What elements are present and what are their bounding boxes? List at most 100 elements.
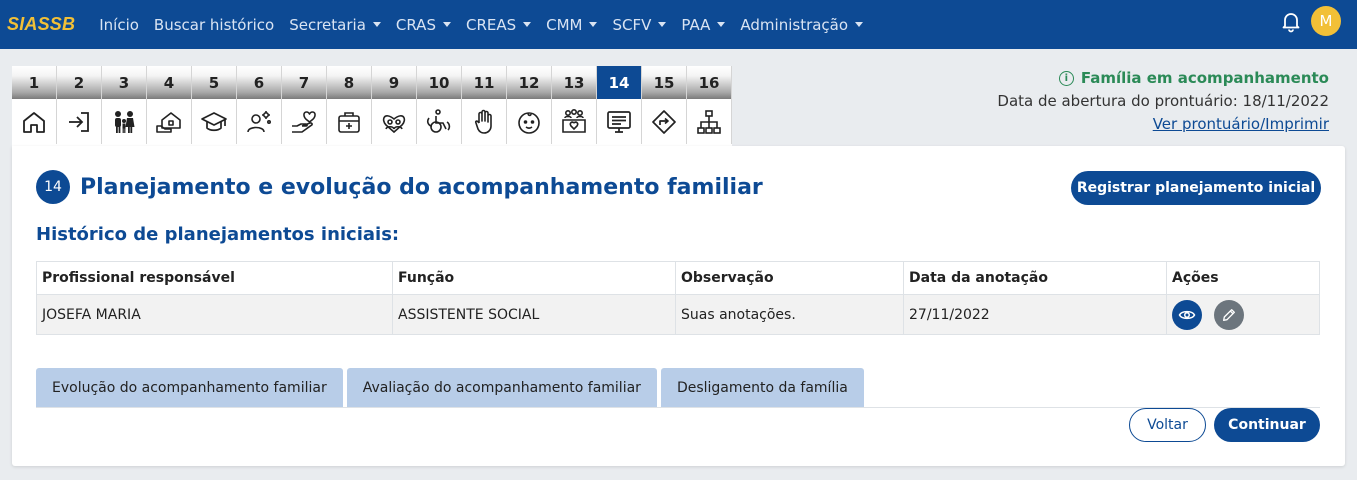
- family-status: i Família em acompanhamento: [997, 67, 1329, 89]
- nav-label: CMM: [546, 15, 583, 34]
- tab-avaliacao[interactable]: Avaliação do acompanhamento familiar: [346, 368, 657, 407]
- edit-button[interactable]: [1214, 299, 1245, 330]
- cell-function: ASSISTENTE SOCIAL: [392, 294, 676, 335]
- nav-label: Administração: [740, 15, 849, 34]
- col-professional: Profissional responsável: [36, 261, 393, 295]
- col-date: Data da anotação: [903, 261, 1167, 295]
- col-function: Função: [392, 261, 676, 295]
- step-number: 11: [462, 66, 506, 99]
- step-12[interactable]: 12: [507, 66, 552, 144]
- step-13[interactable]: 13: [552, 66, 597, 144]
- caret-down-icon: [523, 22, 532, 27]
- eye-icon: [1178, 310, 1196, 319]
- pencil-icon: [1223, 308, 1236, 321]
- register-initial-plan-button[interactable]: Registrar planejamento inicial: [1071, 171, 1321, 205]
- family-icon: [115, 110, 135, 133]
- step-number: 6: [237, 66, 281, 99]
- step-9[interactable]: 9: [372, 66, 417, 144]
- nav-administracao[interactable]: Administração: [740, 15, 864, 34]
- step-number: 3: [102, 66, 146, 99]
- col-observation: Observação: [675, 261, 904, 295]
- step-number: 10: [417, 66, 461, 99]
- graduation-cap-icon: [201, 111, 227, 131]
- step-number: 7: [282, 66, 326, 99]
- hierarchy-icon: [697, 109, 721, 134]
- person-gear-icon: [247, 110, 271, 132]
- col-actions: Ações: [1166, 261, 1320, 295]
- tab-desligamento[interactable]: Desligamento da família: [660, 368, 864, 407]
- step-8[interactable]: 8: [327, 66, 372, 144]
- brand-logo[interactable]: SIASSB: [7, 14, 75, 35]
- step-number: 9: [372, 66, 416, 99]
- home-icon: [23, 111, 45, 133]
- nav-cmm[interactable]: CMM: [546, 15, 598, 34]
- step-badge: 14: [36, 170, 70, 204]
- nav-label: Buscar histórico: [153, 15, 275, 34]
- cell-observation: Suas anotações.: [675, 294, 904, 335]
- login-arrow-icon: [69, 111, 89, 132]
- caret-down-icon: [855, 22, 864, 27]
- step-4[interactable]: 4: [147, 66, 192, 144]
- step-14[interactable]: 14: [597, 66, 642, 144]
- bell-icon[interactable]: [1279, 9, 1303, 33]
- step-5[interactable]: 5: [192, 66, 237, 144]
- caret-down-icon: [717, 22, 726, 27]
- step-1[interactable]: 1: [12, 66, 57, 144]
- cell-actions: [1166, 294, 1320, 335]
- nav-secretaria[interactable]: Secretaria: [289, 16, 381, 34]
- history-subtitle: Histórico de planejamentos iniciais:: [36, 224, 400, 245]
- family-info: i Família em acompanhamento Data de aber…: [997, 67, 1329, 135]
- nav-buscar-historico[interactable]: Buscar histórico: [154, 16, 274, 34]
- step-7[interactable]: 7: [282, 66, 327, 144]
- table-header-row: Profissional responsável Função Observaç…: [36, 261, 1320, 295]
- view-print-link[interactable]: Ver prontuário/Imprimir: [1153, 113, 1329, 135]
- step-number: 14: [597, 66, 641, 99]
- main-card: 14 Planejamento e evolução do acompanham…: [12, 146, 1345, 466]
- nav-cras[interactable]: CRAS: [396, 16, 451, 34]
- step-navigation: 1 2 3 4 5 6 7 8 9 10 11 12 13 14 15 16: [12, 66, 732, 146]
- caret-down-icon: [442, 22, 451, 27]
- nav-creas[interactable]: CREAS: [465, 15, 532, 34]
- step-15[interactable]: 15: [642, 66, 687, 144]
- medical-kit-icon: [338, 111, 360, 133]
- step-16[interactable]: 16: [687, 66, 732, 144]
- child-face-icon: [518, 111, 540, 134]
- step-11[interactable]: 11: [462, 66, 507, 144]
- user-avatar[interactable]: M: [1311, 6, 1341, 36]
- nav-label: Início: [99, 15, 139, 34]
- view-button[interactable]: [1172, 299, 1202, 330]
- status-text: Família em acompanhamento: [1080, 69, 1329, 87]
- step-number: 12: [507, 66, 551, 99]
- continue-button[interactable]: Continuar: [1214, 408, 1320, 442]
- step-3[interactable]: 3: [102, 66, 147, 144]
- step-number: 8: [327, 66, 371, 99]
- caret-down-icon: [372, 22, 381, 27]
- tab-evolucao[interactable]: Evolução do acompanhamento familiar: [36, 368, 343, 407]
- info-circle-icon: i: [1058, 70, 1074, 86]
- cell-date: 27/11/2022: [903, 294, 1167, 335]
- monitor-list-icon: [607, 110, 631, 133]
- nav-label: CREAS: [465, 15, 517, 34]
- step-number: 5: [192, 66, 236, 99]
- step-number: 13: [552, 66, 596, 99]
- raised-hand-icon: [474, 109, 492, 134]
- back-button[interactable]: Voltar: [1129, 408, 1206, 442]
- step-number: 15: [642, 66, 686, 99]
- community-icon: [562, 108, 586, 133]
- step-number: 4: [147, 66, 191, 99]
- plans-table: Profissional responsável Função Observaç…: [36, 261, 1320, 335]
- nav-scfv[interactable]: SCFV: [612, 15, 667, 34]
- nav-paa[interactable]: PAA: [681, 15, 726, 34]
- step-10[interactable]: 10: [417, 66, 462, 144]
- group-heart-icon: [382, 114, 406, 133]
- step-2[interactable]: 2: [57, 66, 102, 144]
- step-6[interactable]: 6: [237, 66, 282, 144]
- section-tabs: Evolução do acompanhamento familiar Aval…: [36, 368, 868, 407]
- house-hand-icon: [156, 111, 181, 133]
- nav-label: PAA: [681, 15, 711, 34]
- wheelchair-icon: [426, 108, 451, 133]
- nav-label: SCFV: [612, 15, 652, 34]
- step-number: 2: [57, 66, 101, 99]
- nav-inicio[interactable]: Início: [99, 16, 139, 34]
- cell-professional: JOSEFA MARIA: [36, 294, 393, 335]
